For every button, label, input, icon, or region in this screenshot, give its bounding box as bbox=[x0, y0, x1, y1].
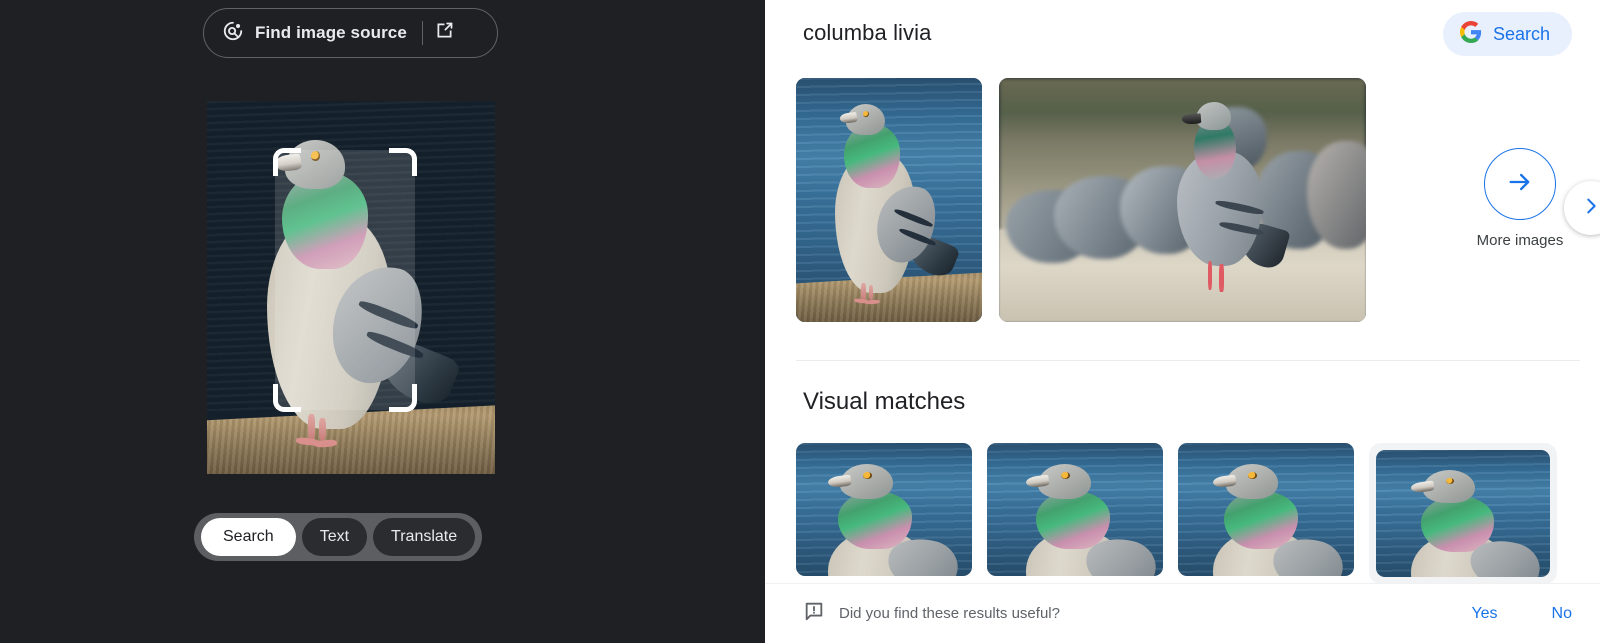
visual-matches-title: Visual matches bbox=[803, 388, 966, 415]
lens-result-screen: Find image source Search Text Translate … bbox=[0, 0, 1600, 643]
feedback-yes-link[interactable]: Yes bbox=[1471, 605, 1497, 623]
photo-bird-eye bbox=[1248, 472, 1258, 479]
button-divider bbox=[421, 21, 423, 45]
water-pigeon-photo bbox=[987, 443, 1163, 576]
photo-bird-leg-left bbox=[861, 282, 866, 301]
mode-tab-text-label: Text bbox=[319, 528, 350, 545]
photo-bird-leg-right bbox=[319, 418, 327, 441]
mode-tab-search-label: Search bbox=[223, 528, 274, 545]
photo-bird-leg-right bbox=[1219, 263, 1224, 293]
flock-pigeon-photo bbox=[999, 78, 1366, 322]
photo-bird-eye bbox=[1060, 472, 1070, 479]
visual-matches-row bbox=[796, 443, 1557, 584]
feedback-no-link[interactable]: No bbox=[1552, 605, 1572, 623]
source-image-preview[interactable] bbox=[207, 101, 495, 474]
visual-match-item-2[interactable] bbox=[987, 443, 1163, 576]
open-in-new-icon[interactable] bbox=[434, 20, 455, 46]
photo-bird-head bbox=[1195, 101, 1232, 131]
visual-match-item-3[interactable] bbox=[1178, 443, 1354, 576]
lens-search-icon bbox=[222, 20, 244, 47]
visual-match-item-1[interactable] bbox=[796, 443, 972, 576]
google-g-icon bbox=[1459, 20, 1482, 48]
water-pigeon-photo bbox=[796, 78, 982, 322]
crop-handle-top-left[interactable] bbox=[273, 148, 301, 176]
more-images-circle[interactable] bbox=[1484, 148, 1556, 220]
crop-handle-top-right[interactable] bbox=[389, 148, 417, 176]
photo-bird-leg-left bbox=[1207, 261, 1212, 291]
water-pigeon-photo bbox=[1178, 443, 1354, 576]
visual-match-item-4-hover-card[interactable] bbox=[1369, 443, 1557, 584]
find-image-source-label: Find image source bbox=[255, 23, 407, 42]
photo-bird-leg-left bbox=[307, 414, 315, 441]
visual-match-item-4[interactable] bbox=[1376, 450, 1550, 577]
more-images-label: More images bbox=[1476, 232, 1564, 249]
mode-toolbar: Search Text Translate bbox=[194, 513, 483, 561]
mode-tab-text[interactable]: Text bbox=[301, 518, 368, 556]
mode-tab-search[interactable]: Search bbox=[201, 518, 296, 556]
section-divider bbox=[796, 360, 1580, 361]
more-images-button[interactable]: More images bbox=[1462, 148, 1578, 249]
find-image-source-button[interactable]: Find image source bbox=[203, 8, 498, 58]
crop-selection-region[interactable] bbox=[273, 148, 417, 412]
chevron-right-icon bbox=[1580, 195, 1600, 222]
feedback-question: Did you find these results useful? bbox=[839, 605, 1060, 622]
top-result-image-1[interactable] bbox=[796, 78, 982, 322]
photo-bird-beak bbox=[1181, 113, 1202, 125]
crop-handle-bottom-right[interactable] bbox=[389, 384, 417, 412]
results-panel: columba livia Search More images Visual … bbox=[765, 0, 1600, 643]
top-result-image-2[interactable] bbox=[999, 78, 1366, 322]
image-preview-panel: Find image source Search Text Translate bbox=[0, 0, 765, 643]
mode-tab-translate[interactable]: Translate bbox=[373, 518, 476, 556]
photo-bird-foot-right bbox=[313, 438, 337, 448]
photo-foreground-bird bbox=[1168, 98, 1291, 303]
water-pigeon-photo bbox=[1376, 450, 1550, 577]
feedback-bubble-icon bbox=[803, 600, 825, 627]
arrow-right-icon bbox=[1506, 168, 1534, 201]
mode-tab-translate-label: Translate bbox=[391, 528, 458, 545]
water-pigeon-photo bbox=[796, 443, 972, 576]
query-title: columba livia bbox=[803, 20, 932, 45]
photo-bird-neck bbox=[1223, 490, 1298, 550]
feedback-bar: Did you find these results useful? Yes N… bbox=[765, 583, 1600, 643]
crop-handle-bottom-left[interactable] bbox=[273, 384, 301, 412]
photo-bird-neck bbox=[838, 490, 913, 550]
photo-bird-eye bbox=[862, 472, 872, 479]
google-search-label: Search bbox=[1492, 23, 1550, 44]
photo-bird-neck bbox=[1036, 490, 1111, 550]
google-search-button[interactable]: Search bbox=[1442, 12, 1572, 56]
top-results-row bbox=[796, 78, 1366, 322]
photo-bird-leg-right bbox=[868, 285, 873, 301]
